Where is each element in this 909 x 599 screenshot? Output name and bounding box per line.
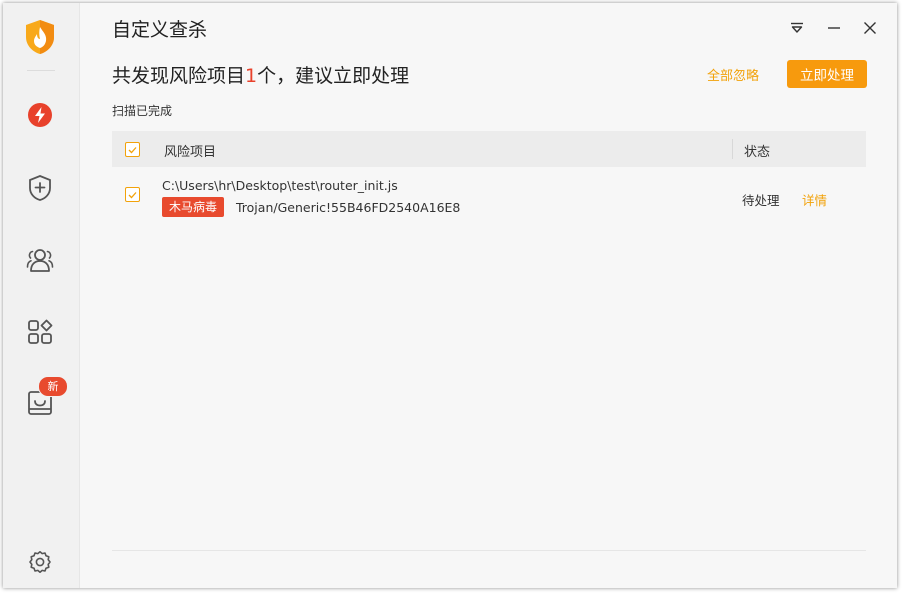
- app-window: 新 自定义查杀 共发现风险项目1个，建议立即处理 全部忽略 立即处理 扫描已完成…: [3, 3, 897, 588]
- headline-prefix: 共发现风险项目: [112, 65, 246, 87]
- threat-name: Trojan/Generic!55B46FD2540A16E8: [236, 200, 461, 215]
- bottom-divider: [112, 550, 866, 551]
- column-header-status: 状态: [744, 145, 771, 160]
- headline-suffix: 个，建议立即处理: [257, 65, 410, 87]
- sidebar-item-virus-scan[interactable]: [25, 100, 55, 130]
- table-header: 风险项目 状态: [112, 131, 866, 167]
- check-icon: [128, 146, 137, 153]
- sidebar-item-settings[interactable]: [25, 547, 55, 577]
- sidebar-item-tools[interactable]: [25, 317, 55, 347]
- gear-icon: [29, 551, 51, 573]
- row-status: 待处理: [742, 193, 780, 208]
- sidebar-item-user-center[interactable]: [25, 245, 55, 275]
- column-header-risk-item: 风险项目: [164, 145, 217, 160]
- threat-type-badge: 木马病毒: [162, 197, 225, 217]
- file-path: C:\Users\hr\Desktop\test\router_init.js: [162, 178, 398, 193]
- minimize-icon: [828, 27, 840, 29]
- menu-dropdown-icon: [791, 22, 803, 33]
- sidebar-item-protection[interactable]: [25, 173, 55, 203]
- close-button[interactable]: [859, 17, 881, 39]
- shield-plus-icon: [29, 175, 51, 201]
- risk-count: 1: [245, 65, 258, 87]
- apps-icon: [28, 319, 53, 344]
- table-row: C:\Users\hr\Desktop\test\router_init.js …: [112, 175, 866, 223]
- users-icon: [26, 249, 54, 272]
- minimize-button[interactable]: [823, 17, 845, 39]
- new-badge: 新: [38, 376, 68, 397]
- select-all-checkbox[interactable]: [125, 142, 140, 157]
- ignore-all-link[interactable]: 全部忽略: [707, 65, 759, 84]
- sidebar-divider: [27, 70, 55, 71]
- fix-now-button[interactable]: 立即处理: [787, 60, 867, 88]
- sidebar: 新: [3, 3, 80, 588]
- details-link[interactable]: 详情: [802, 190, 827, 209]
- close-icon: [864, 22, 876, 34]
- row-checkbox[interactable]: [125, 187, 140, 202]
- app-logo-icon: [24, 19, 56, 55]
- window-title: 自定义查杀: [112, 19, 208, 41]
- scan-result-headline: 共发现风险项目1个，建议立即处理: [112, 61, 409, 88]
- menu-dropdown-button[interactable]: [786, 17, 808, 39]
- scan-status-text: 扫描已完成: [112, 104, 173, 118]
- lightning-circle-icon: [28, 103, 52, 127]
- main-panel: 自定义查杀 共发现风险项目1个，建议立即处理 全部忽略 立即处理 扫描已完成 风…: [80, 3, 897, 588]
- column-divider: [732, 139, 733, 159]
- check-icon: [128, 191, 137, 198]
